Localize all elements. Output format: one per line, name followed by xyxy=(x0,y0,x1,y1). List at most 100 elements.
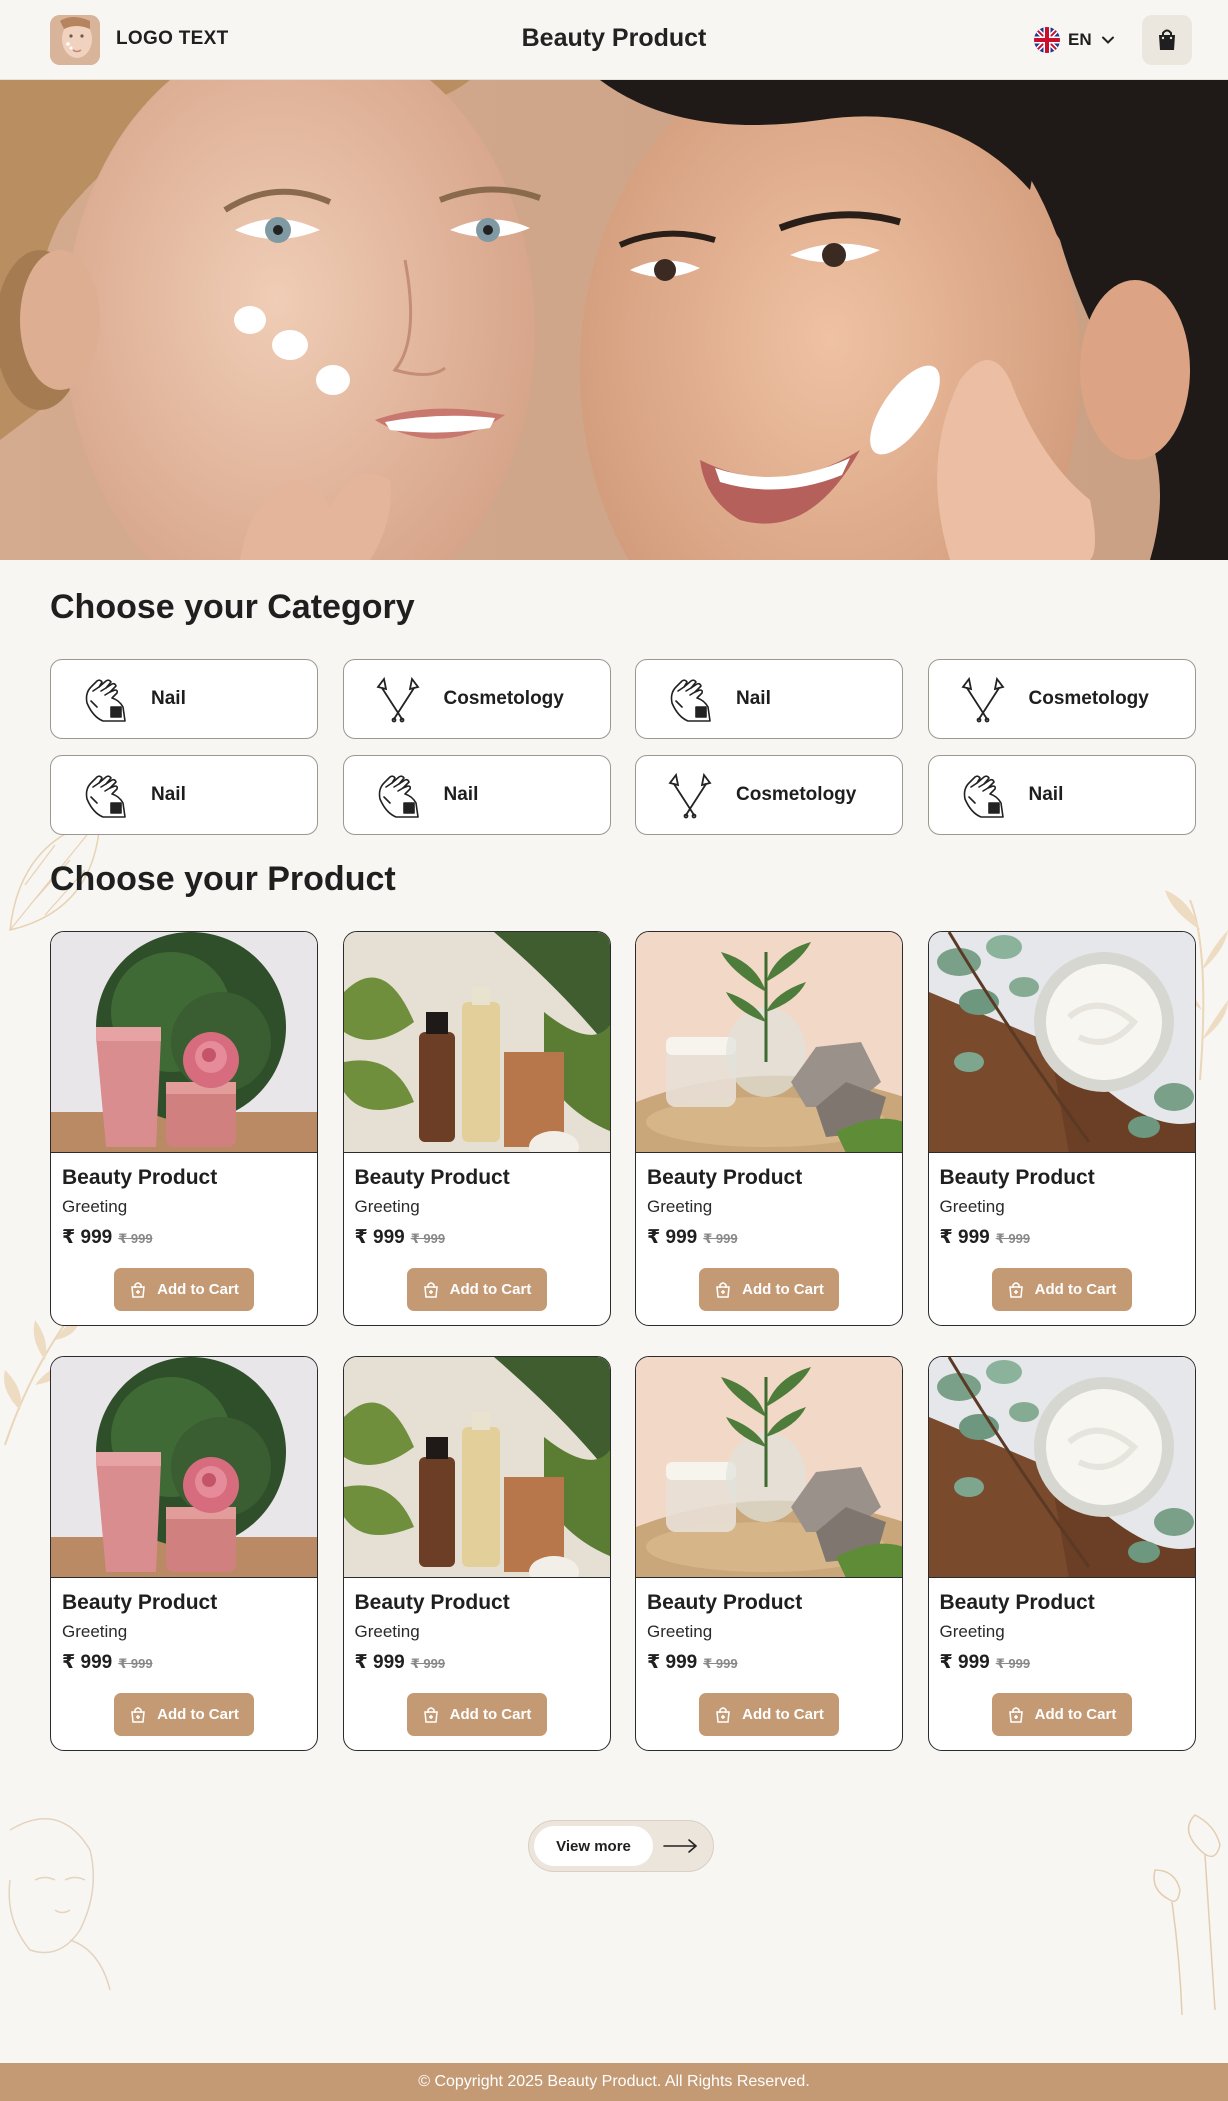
face-lineart-decoration-icon xyxy=(8,1818,111,1991)
shopping-bag-plus-icon xyxy=(716,1281,730,1298)
category-card-nail[interactable]: Nail xyxy=(635,659,903,739)
flower-lineart-decoration-icon xyxy=(1153,1814,1221,2016)
product-name[interactable]: Beauty Product xyxy=(940,1591,1095,1615)
product-image[interactable] xyxy=(343,1357,610,1578)
product-card[interactable]: Beauty Product Greeting ₹ 999 ₹ 999 Add to C… xyxy=(342,1356,611,1751)
product-image[interactable] xyxy=(51,1357,317,1578)
product-card[interactable]: Beauty Product Greeting ₹ 999 ₹ 999 Add to C… xyxy=(927,931,1196,1326)
view-more-button[interactable]: View more xyxy=(528,1820,714,1872)
nail-hand-icon xyxy=(79,673,131,725)
product-price-row: ₹ 999 ₹ 999 xyxy=(355,1226,446,1249)
view-more-label: View more xyxy=(534,1826,653,1866)
nail-hand-icon xyxy=(372,769,424,821)
product-name[interactable]: Beauty Product xyxy=(355,1591,510,1615)
add-to-cart-button[interactable]: Add to Cart xyxy=(114,1268,254,1311)
cart-button[interactable] xyxy=(1142,15,1192,65)
add-to-cart-label: Add to Cart xyxy=(742,1706,824,1723)
product-price-row: ₹ 999 ₹ 999 xyxy=(647,1226,738,1249)
product-price: ₹ 999 xyxy=(62,1652,113,1673)
product-image[interactable] xyxy=(51,932,317,1153)
add-to-cart-label: Add to Cart xyxy=(157,1281,239,1298)
product-subtitle: Greeting xyxy=(647,1622,713,1641)
product-subtitle: Greeting xyxy=(354,1197,420,1216)
product-price-row: ₹ 999 ₹ 999 xyxy=(647,1651,738,1674)
uk-flag-icon xyxy=(1034,27,1060,53)
category-label: Cosmetology xyxy=(1028,688,1149,709)
shopping-bag-plus-icon xyxy=(716,1706,730,1723)
product-price: ₹ 999 xyxy=(939,1227,990,1248)
add-to-cart-label: Add to Cart xyxy=(449,1706,532,1723)
product-card[interactable]: Beauty Product Greeting ₹ 999 ₹ 999 Add to C… xyxy=(635,1356,903,1751)
product-subtitle: Greeting xyxy=(62,1197,128,1216)
add-to-cart-label: Add to Cart xyxy=(157,1706,239,1723)
category-card-nail[interactable]: Nail xyxy=(927,755,1196,835)
product-price-row: ₹ 999 ₹ 999 xyxy=(355,1651,446,1674)
add-to-cart-button[interactable]: Add to Cart xyxy=(699,1693,839,1736)
product-old-price: ₹ 999 xyxy=(703,1231,738,1246)
add-to-cart-button[interactable]: Add to Cart xyxy=(699,1268,839,1311)
category-label: Cosmetology xyxy=(443,688,564,709)
category-card-cosmetology[interactable]: Cosmetology xyxy=(635,755,903,835)
category-label: Nail xyxy=(151,688,186,709)
product-name[interactable]: Beauty Product xyxy=(62,1166,217,1190)
cosmetology-tools-icon xyxy=(957,673,1009,725)
product-old-price: ₹ 999 xyxy=(410,1231,446,1246)
product-card[interactable]: Beauty Product Greeting ₹ 999 ₹ 999 Add to C… xyxy=(635,931,903,1326)
category-label: Nail xyxy=(736,688,771,709)
product-name[interactable]: Beauty Product xyxy=(940,1166,1095,1190)
product-price: ₹ 999 xyxy=(647,1652,698,1673)
arrow-right-icon xyxy=(663,1839,698,1853)
add-to-cart-button[interactable]: Add to Cart xyxy=(406,1693,547,1736)
product-image[interactable] xyxy=(343,932,610,1153)
shopping-bag-plus-icon xyxy=(423,1706,438,1723)
product-price: ₹ 999 xyxy=(939,1652,990,1673)
product-card[interactable]: Beauty Product Greeting ₹ 999 ₹ 999 Add to C… xyxy=(50,931,318,1326)
add-to-cart-button[interactable]: Add to Cart xyxy=(991,1268,1132,1311)
product-old-price: ₹ 999 xyxy=(703,1656,738,1671)
shopping-bag-plus-icon xyxy=(1008,1706,1023,1723)
product-price-row: ₹ 999 ₹ 999 xyxy=(62,1226,153,1249)
language-selector[interactable]: EN xyxy=(1034,25,1116,55)
category-card-nail[interactable]: Nail xyxy=(342,755,611,835)
shopping-bag-plus-icon xyxy=(131,1281,145,1298)
product-subtitle: Greeting xyxy=(647,1197,713,1216)
cosmetology-tools-icon xyxy=(372,673,424,725)
add-to-cart-label: Add to Cart xyxy=(1034,1706,1117,1723)
product-card[interactable]: Beauty Product Greeting ₹ 999 ₹ 999 Add to C… xyxy=(927,1356,1196,1751)
product-name[interactable]: Beauty Product xyxy=(647,1591,802,1615)
category-label: Nail xyxy=(1028,784,1064,805)
nail-hand-icon xyxy=(957,769,1009,821)
add-to-cart-button[interactable]: Add to Cart xyxy=(991,1693,1132,1736)
product-section-title: Choose your Product xyxy=(50,860,396,898)
product-subtitle: Greeting xyxy=(939,1197,1005,1216)
nail-hand-icon xyxy=(79,769,131,821)
product-name[interactable]: Beauty Product xyxy=(647,1166,802,1190)
product-price-row: ₹ 999 ₹ 999 xyxy=(62,1651,153,1674)
language-code: EN xyxy=(1068,30,1092,49)
category-card-nail[interactable]: Nail xyxy=(50,659,318,739)
add-to-cart-label: Add to Cart xyxy=(449,1281,532,1298)
product-name[interactable]: Beauty Product xyxy=(62,1591,217,1615)
category-card-nail[interactable]: Nail xyxy=(50,755,318,835)
product-image[interactable] xyxy=(928,932,1195,1153)
product-image[interactable] xyxy=(928,1357,1195,1578)
top-header: LOGO TEXT Beauty Product EN xyxy=(0,0,1228,80)
shopping-bag-icon xyxy=(1159,29,1175,50)
category-label: Nail xyxy=(443,784,479,805)
category-label: Cosmetology xyxy=(736,784,857,805)
add-to-cart-button[interactable]: Add to Cart xyxy=(114,1693,254,1736)
product-image[interactable] xyxy=(636,1357,902,1578)
nail-hand-icon xyxy=(664,673,716,725)
product-card[interactable]: Beauty Product Greeting ₹ 999 ₹ 999 Add to C… xyxy=(50,1356,318,1751)
product-image[interactable] xyxy=(636,932,902,1153)
product-subtitle: Greeting xyxy=(62,1622,128,1641)
category-card-cosmetology[interactable]: Cosmetology xyxy=(927,659,1196,739)
category-label: Nail xyxy=(151,784,186,805)
product-card[interactable]: Beauty Product Greeting ₹ 999 ₹ 999 Add to C… xyxy=(342,931,611,1326)
category-card-cosmetology[interactable]: Cosmetology xyxy=(342,659,611,739)
add-to-cart-button[interactable]: Add to Cart xyxy=(406,1268,547,1311)
hero-banner xyxy=(0,80,1228,560)
product-price: ₹ 999 xyxy=(354,1227,405,1248)
product-name[interactable]: Beauty Product xyxy=(355,1166,510,1190)
category-section-title: Choose your Category xyxy=(50,588,415,626)
